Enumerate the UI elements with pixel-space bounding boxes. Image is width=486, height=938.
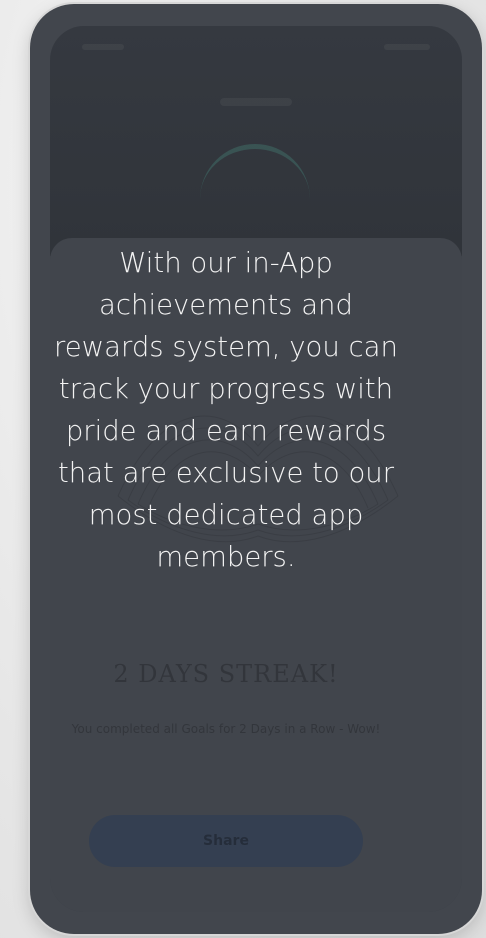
onboarding-message: With our in-App achievements and rewards…: [54, 247, 398, 573]
share-button[interactable]: Share: [89, 815, 363, 867]
achievement-subtitle: You completed all Goals for 2 Days in a …: [71, 722, 381, 736]
achievement-title: 2 DAYS STREAK!: [113, 660, 339, 688]
screen-title-placeholder: [220, 98, 292, 106]
status-bar-left: [82, 44, 124, 50]
screen-header-area: [50, 26, 462, 256]
onboarding-slide: With our in-App achievements and rewards…: [0, 0, 486, 938]
status-bar-right: [384, 44, 430, 50]
progress-arc: [200, 144, 310, 214]
